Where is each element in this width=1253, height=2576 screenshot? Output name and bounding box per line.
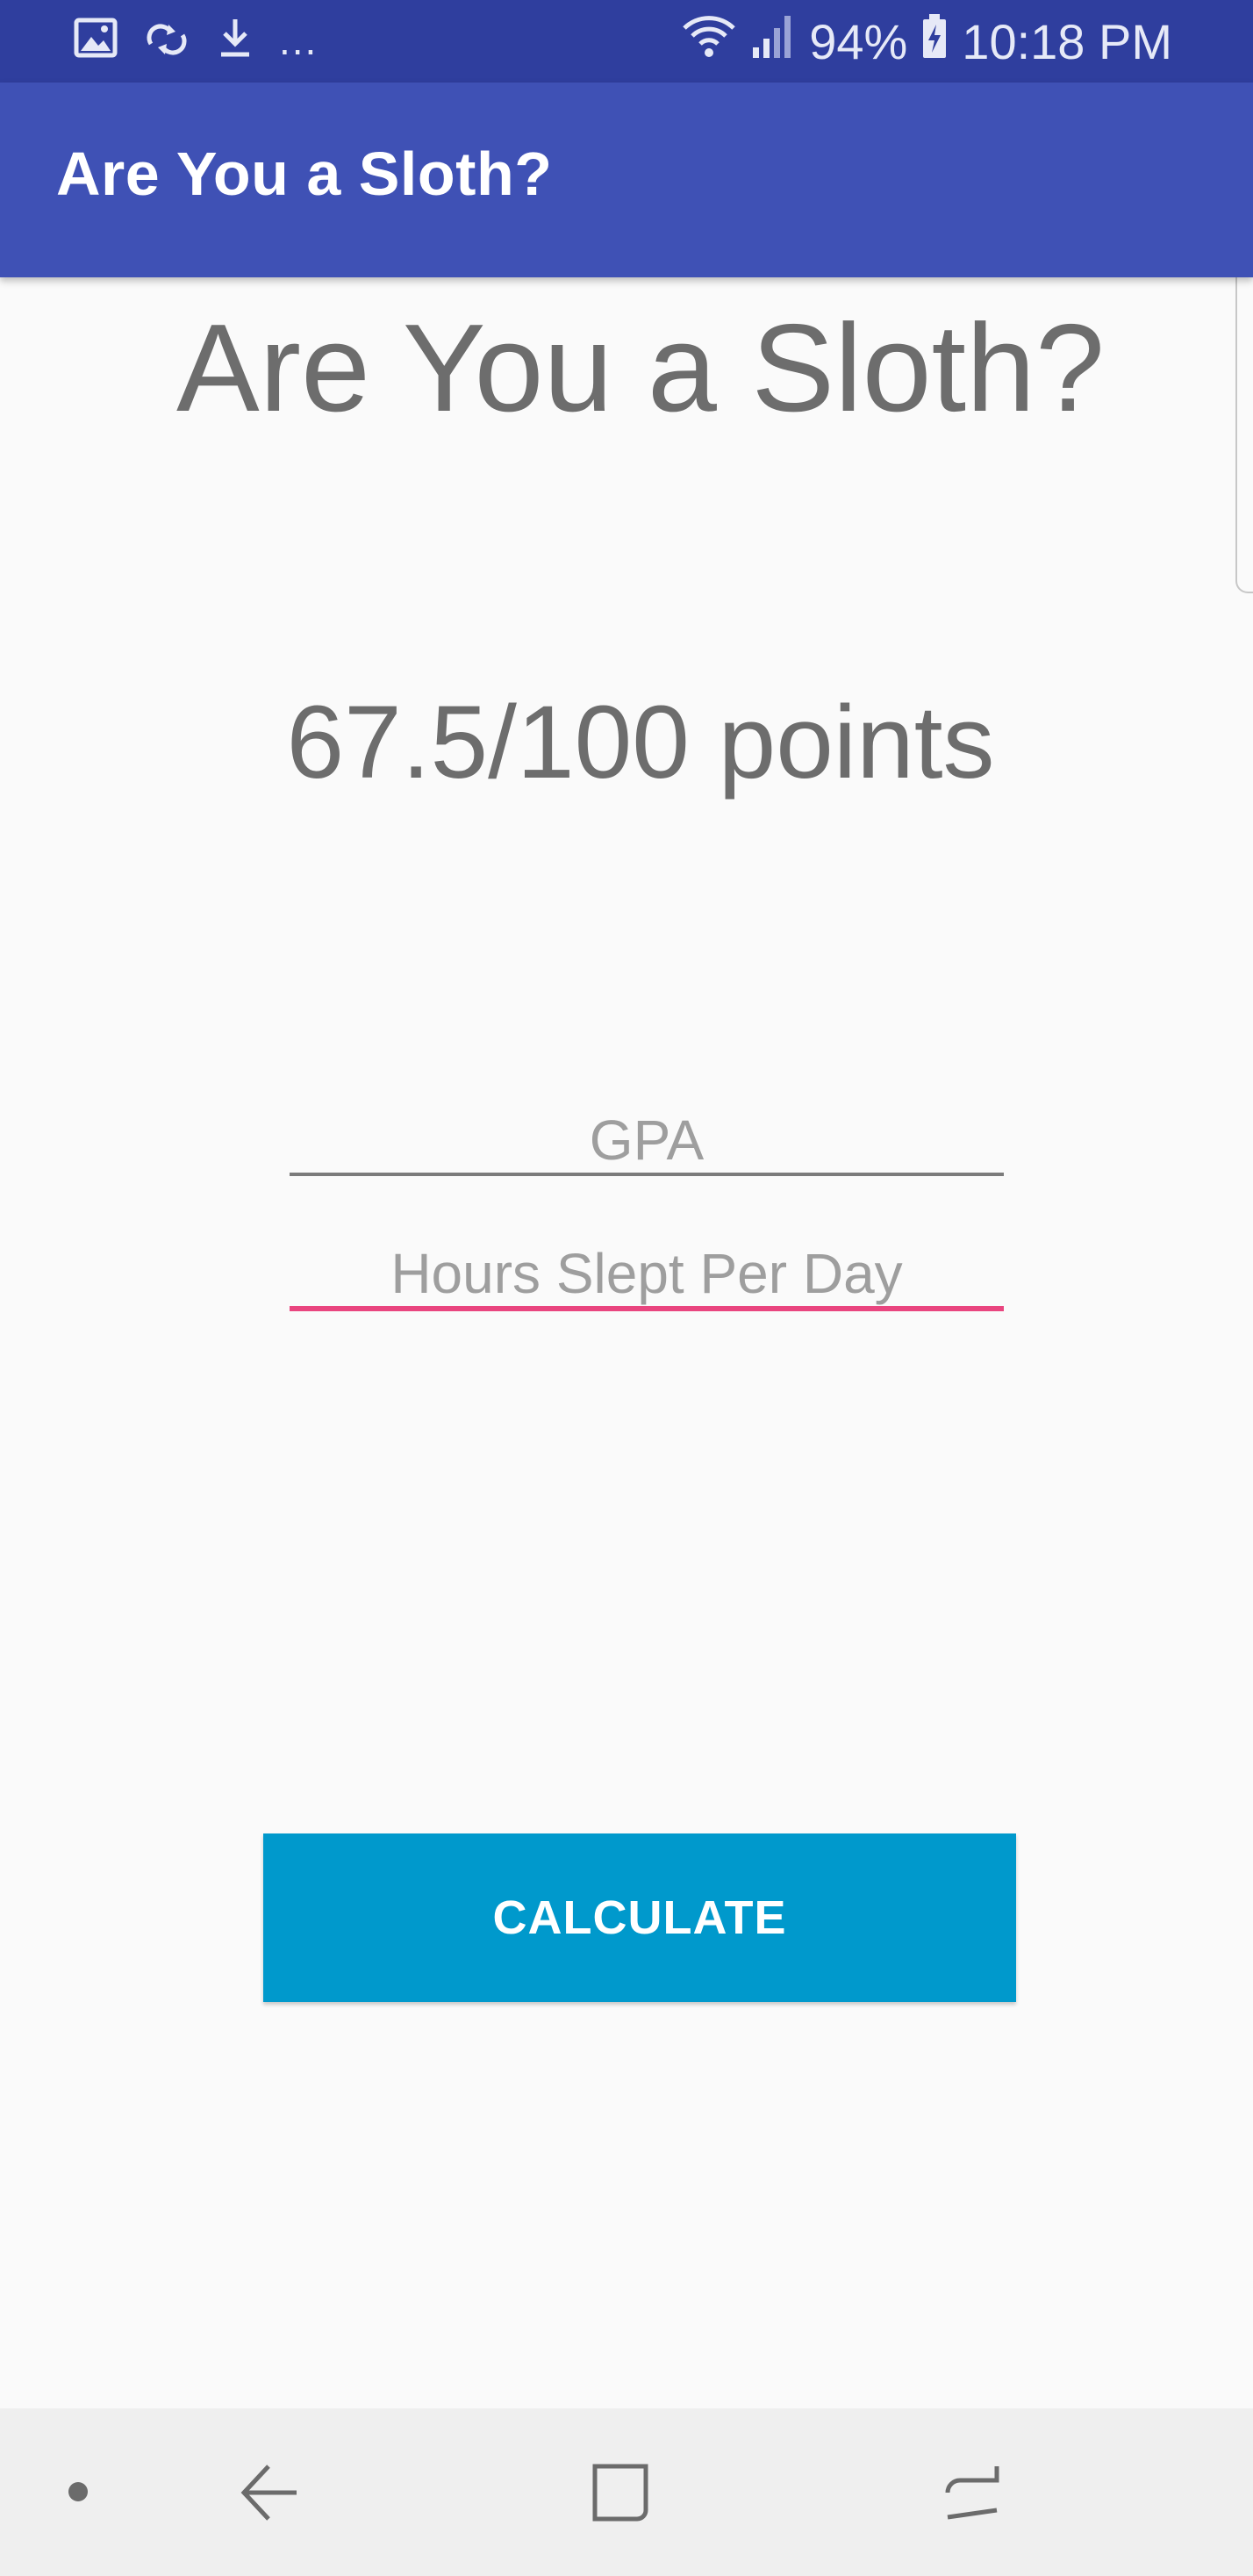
back-icon[interactable] <box>239 2463 300 2527</box>
wifi-icon <box>681 12 737 72</box>
hours-slept-input[interactable] <box>290 1241 1004 1311</box>
notification-icons: ... <box>74 18 318 62</box>
navigation-bar <box>0 2408 1253 2576</box>
clock: 10:18 PM <box>962 14 1172 69</box>
more-notifications-indicator: ... <box>279 17 319 63</box>
recent-apps-icon[interactable] <box>590 2461 651 2529</box>
battery-charging-icon <box>921 12 948 72</box>
system-status: 94% 10:18 PM <box>681 12 1172 72</box>
app-bar-title: Are You a Sloth? <box>56 140 553 208</box>
gpa-input[interactable] <box>290 1108 1004 1176</box>
image-icon <box>74 18 118 62</box>
score-display: 67.5/100 points <box>286 685 995 800</box>
status-bar: ... 94% 10:18 PM <box>0 0 1253 83</box>
home-icon[interactable] <box>942 2461 1000 2529</box>
dot-icon[interactable] <box>67 2480 90 2508</box>
calculate-button[interactable]: CALCULATE <box>263 1833 1016 2002</box>
app-screen: ... 94% 10:18 PM Are You a Sloth? Are Yo… <box>0 0 1253 2576</box>
app-bar: Are You a Sloth? <box>0 83 1253 277</box>
battery-percent: 94% <box>809 14 908 69</box>
page-heading: Are You a Sloth? <box>176 298 1105 438</box>
signal-icon <box>751 12 795 72</box>
sync-icon <box>144 18 191 62</box>
download-icon <box>218 18 253 62</box>
